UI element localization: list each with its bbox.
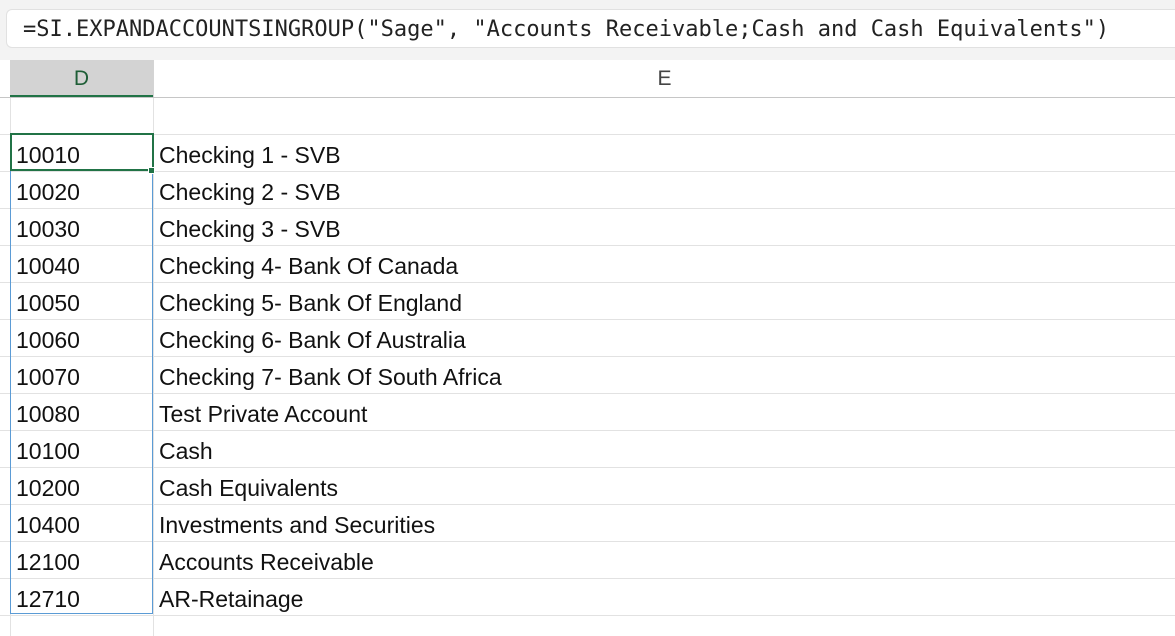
account-name-cell[interactable]: Checking 7- Bank Of South Africa — [159, 357, 1159, 393]
account-name-cell[interactable]: Accounts Receivable — [159, 542, 1159, 578]
spreadsheet-grid: 10010 Checking 1 - SVB 10020 Checking 2 … — [0, 98, 1175, 636]
account-number-cell[interactable]: 10050 — [16, 283, 150, 319]
account-number-cell[interactable]: 12100 — [16, 542, 150, 578]
account-name-cell[interactable]: Cash Equivalents — [159, 468, 1159, 504]
account-name-cell[interactable]: AR-Retainage — [159, 579, 1159, 615]
account-name-cell[interactable]: Investments and Securities — [159, 505, 1159, 541]
table-row: 10060 Checking 6- Bank Of Australia — [0, 320, 1175, 357]
table-row: 10400 Investments and Securities — [0, 505, 1175, 542]
table-row: 12100 Accounts Receivable — [0, 542, 1175, 579]
account-number-cell[interactable]: 10030 — [16, 209, 150, 245]
table-row: 10070 Checking 7- Bank Of South Africa — [0, 357, 1175, 394]
account-number-cell[interactable]: 10060 — [16, 320, 150, 356]
table-row: 10080 Test Private Account — [0, 394, 1175, 431]
table-row: 12710 AR-Retainage — [0, 579, 1175, 616]
account-number-cell[interactable]: 10400 — [16, 505, 150, 541]
formula-text[interactable]: =SI.EXPANDACCOUNTSINGROUP("Sage", "Accou… — [23, 17, 1109, 43]
account-number-cell[interactable]: 10010 — [16, 135, 150, 171]
account-name-cell[interactable]: Test Private Account — [159, 394, 1159, 430]
account-number-cell[interactable]: 10200 — [16, 468, 150, 504]
table-row: 10050 Checking 5- Bank Of England — [0, 283, 1175, 320]
table-row: 10030 Checking 3 - SVB — [0, 209, 1175, 246]
table-row: 10010 Checking 1 - SVB — [0, 135, 1175, 172]
account-name-cell[interactable]: Checking 2 - SVB — [159, 172, 1159, 208]
account-name-cell[interactable]: Checking 6- Bank Of Australia — [159, 320, 1159, 356]
cell-d-empty[interactable] — [16, 98, 150, 134]
account-name-cell[interactable]: Checking 5- Bank Of England — [159, 283, 1159, 319]
fill-handle[interactable] — [148, 167, 155, 174]
account-number-cell[interactable]: 10020 — [16, 172, 150, 208]
cell-e-empty[interactable] — [159, 98, 1159, 134]
account-name-cell[interactable]: Checking 1 - SVB — [159, 135, 1159, 171]
column-header-e[interactable]: E — [153, 60, 1175, 97]
table-row: 10020 Checking 2 - SVB — [0, 172, 1175, 209]
column-header-d[interactable]: D — [10, 60, 153, 97]
account-number-cell[interactable]: 10040 — [16, 246, 150, 282]
account-name-cell[interactable]: Checking 3 - SVB — [159, 209, 1159, 245]
account-number-cell[interactable]: 12710 — [16, 579, 150, 615]
column-header-row: D E — [0, 60, 1175, 98]
account-number-cell[interactable]: 10080 — [16, 394, 150, 430]
table-row: 10040 Checking 4- Bank Of Canada — [0, 246, 1175, 283]
formula-bar-area: =SI.EXPANDACCOUNTSINGROUP("Sage", "Accou… — [0, 0, 1175, 60]
table-row: 10100 Cash — [0, 431, 1175, 468]
formula-bar[interactable]: =SI.EXPANDACCOUNTSINGROUP("Sage", "Accou… — [6, 9, 1175, 48]
account-number-cell[interactable]: 10100 — [16, 431, 150, 467]
table-row: 10200 Cash Equivalents — [0, 468, 1175, 505]
empty-row — [0, 98, 1175, 135]
account-number-cell[interactable]: 10070 — [16, 357, 150, 393]
account-name-cell[interactable]: Checking 4- Bank Of Canada — [159, 246, 1159, 282]
account-name-cell[interactable]: Cash — [159, 431, 1159, 467]
